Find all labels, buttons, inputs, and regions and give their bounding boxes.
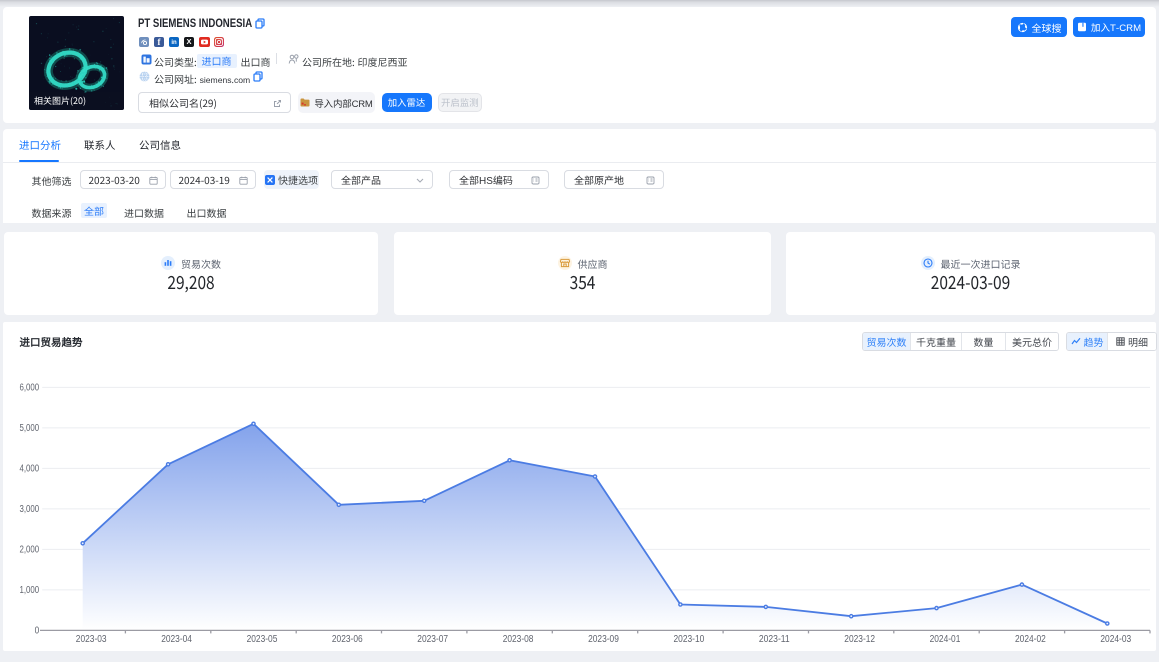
svg-text:2024-01: 2024-01 bbox=[930, 634, 961, 645]
svg-text:0: 0 bbox=[35, 625, 40, 636]
svg-text:2023-03: 2023-03 bbox=[76, 634, 107, 645]
svg-text:2023-12: 2023-12 bbox=[844, 634, 875, 645]
svg-text:2023-05: 2023-05 bbox=[247, 634, 278, 645]
svg-text:2023-08: 2023-08 bbox=[503, 634, 534, 645]
svg-text:2023-10: 2023-10 bbox=[674, 634, 705, 645]
svg-text:2024-03: 2024-03 bbox=[1100, 634, 1131, 645]
svg-text:6,000: 6,000 bbox=[20, 382, 40, 393]
svg-text:2,000: 2,000 bbox=[20, 544, 40, 555]
svg-text:2024-02: 2024-02 bbox=[1015, 634, 1046, 645]
svg-text:2023-06: 2023-06 bbox=[332, 634, 363, 645]
svg-text:2023-11: 2023-11 bbox=[759, 634, 790, 645]
svg-text:1,000: 1,000 bbox=[20, 585, 40, 596]
svg-text:3,000: 3,000 bbox=[20, 504, 40, 515]
svg-text:5,000: 5,000 bbox=[20, 423, 40, 434]
svg-text:2023-09: 2023-09 bbox=[588, 634, 619, 645]
svg-text:2023-04: 2023-04 bbox=[161, 634, 192, 645]
svg-text:2023-07: 2023-07 bbox=[417, 634, 448, 645]
svg-text:4,000: 4,000 bbox=[20, 463, 40, 474]
